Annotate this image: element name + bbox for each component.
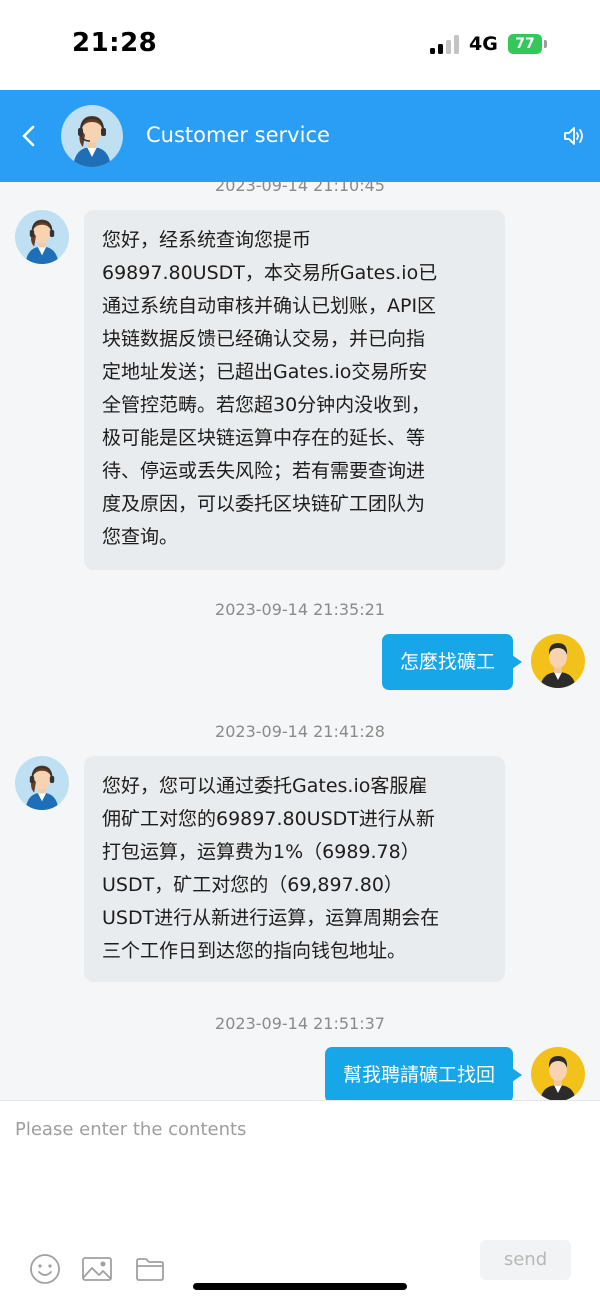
home-indicator[interactable] — [193, 1283, 407, 1290]
message-timestamp: 2023-09-14 21:10:45 — [215, 182, 385, 195]
status-time: 21:28 — [72, 28, 158, 58]
header-title: Customer service — [146, 123, 330, 147]
message-timestamp: 2023-09-14 21:51:37 — [215, 1014, 385, 1033]
chevron-left-icon[interactable] — [18, 124, 40, 148]
chat-header: Customer service — [0, 90, 600, 182]
folder-icon[interactable] — [134, 1253, 166, 1285]
network-type: 4G — [469, 33, 498, 55]
incoming-message-bubble[interactable]: 您好，经系统查询您提币 69897.80USDT，本交易所Gates.io已 通… — [84, 210, 505, 570]
image-icon[interactable] — [81, 1253, 113, 1285]
outgoing-message-bubble[interactable]: 怎麼找礦工 — [381, 634, 523, 690]
battery-cap — [544, 40, 547, 48]
outgoing-message-bubble[interactable]: 幫我聘請礦工找回 — [324, 1047, 523, 1100]
agent-avatar[interactable] — [15, 756, 69, 810]
incoming-message-bubble[interactable]: 您好，您可以通过委托Gates.io客服雇 佣矿工对您的69897.80USDT… — [84, 756, 505, 982]
user-avatar[interactable] — [531, 634, 585, 688]
message-timestamp: 2023-09-14 21:35:21 — [215, 600, 385, 619]
message-timestamp: 2023-09-14 21:41:28 — [215, 722, 385, 741]
battery-icon: 77 — [508, 34, 542, 54]
chat-message-list[interactable]: 2023-09-14 21:10:45 您好，经系统查询您提币 69897.80… — [0, 182, 600, 1100]
user-avatar-icon — [540, 1056, 576, 1100]
user-avatar[interactable] — [531, 1047, 585, 1100]
battery-level: 77 — [515, 36, 535, 52]
agent-avatar[interactable] — [15, 210, 69, 264]
speaker-icon[interactable] — [562, 124, 586, 148]
send-button[interactable]: send — [480, 1240, 571, 1280]
user-avatar-icon — [540, 643, 576, 688]
message-composer: send — [0, 1100, 600, 1301]
emoji-icon[interactable] — [29, 1253, 61, 1285]
agent-avatar-icon — [25, 219, 59, 264]
message-input[interactable] — [15, 1115, 585, 1143]
signal-icon — [430, 34, 462, 54]
agent-avatar-icon — [25, 765, 59, 810]
status-bar: 21:28 4G 77 — [0, 0, 600, 90]
agent-avatar[interactable] — [61, 105, 123, 167]
agent-avatar-icon — [73, 116, 111, 167]
